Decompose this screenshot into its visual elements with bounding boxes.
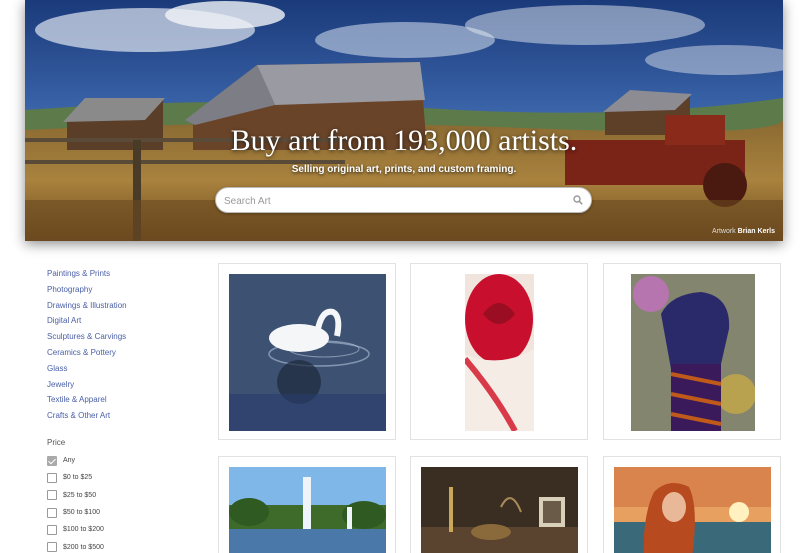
price-option-200-500[interactable]: $200 to $500 (47, 538, 207, 553)
checkbox-100-200[interactable] (47, 524, 57, 535)
artwork-card-still-life[interactable] (410, 456, 588, 553)
artwork-card-rose[interactable] (410, 263, 588, 440)
portrait-artwork-image[interactable] (614, 467, 771, 553)
hero-subtitle: Selling original art, prints, and custom… (291, 164, 517, 175)
category-glass[interactable]: Glass (47, 361, 207, 377)
artwork-card-woman-sunset[interactable] (603, 456, 781, 553)
category-jewelry[interactable]: Jewelry (47, 377, 207, 393)
checkbox-25-50[interactable] (47, 490, 57, 501)
hero-title: Buy art from 193,000 artists. (230, 124, 578, 157)
filter-sidebar: Paintings & Prints Photography Drawings … (47, 266, 207, 553)
price-label: $25 to $50 (63, 491, 97, 499)
artwork-credit: Artwork Brian Kerls (712, 228, 775, 235)
credit-prefix: Artwork (711, 228, 736, 235)
checkbox-50-100[interactable] (47, 507, 57, 518)
price-label: Any (63, 457, 76, 465)
search-input[interactable] (224, 192, 564, 210)
category-photography[interactable]: Photography (47, 282, 207, 298)
search-box[interactable] (215, 187, 592, 213)
hero-banner: Buy art from 193,000 artists. Selling or… (25, 0, 783, 241)
category-textile-apparel[interactable]: Textile & Apparel (47, 392, 207, 408)
checkbox-any[interactable] (47, 455, 57, 466)
fist-artwork-image[interactable] (631, 274, 755, 431)
price-label: $50 to $100 (63, 509, 100, 516)
search-icon[interactable] (573, 195, 583, 205)
price-option-25-50[interactable]: $25 to $50 (47, 487, 207, 504)
artwork-card-fountain[interactable] (218, 456, 396, 553)
artwork-card-fist[interactable] (603, 263, 781, 440)
price-label: $200 to $500 (63, 543, 104, 551)
artwork-card-swan[interactable] (218, 263, 396, 440)
price-option-any[interactable]: Any (47, 452, 207, 469)
category-paintings-prints[interactable]: Paintings & Prints (47, 266, 207, 282)
rose-artwork-image[interactable] (465, 274, 534, 431)
still-life-artwork-image[interactable] (421, 467, 578, 553)
checkbox-0-25[interactable] (47, 472, 57, 483)
price-option-100-200[interactable]: $100 to $200 (47, 521, 207, 538)
page: Buy art from 193,000 artists. Selling or… (0, 0, 800, 553)
price-option-0-25[interactable]: $0 to $25 (47, 469, 207, 486)
category-sculptures-carvings[interactable]: Sculptures & Carvings (47, 329, 207, 345)
swan-artwork-image[interactable] (229, 274, 386, 431)
checkbox-200-500[interactable] (47, 542, 57, 553)
credit-artist-link[interactable]: Brian Kerls (738, 228, 775, 235)
category-ceramics-pottery[interactable]: Ceramics & Pottery (47, 345, 207, 361)
price-label: $100 to $200 (63, 526, 104, 534)
price-option-50-100[interactable]: $50 to $100 (47, 504, 207, 521)
category-digital-art[interactable]: Digital Art (47, 313, 207, 329)
category-crafts-other[interactable]: Crafts & Other Art (47, 408, 207, 424)
price-heading: Price (47, 437, 66, 447)
fountain-artwork-image[interactable] (229, 467, 386, 553)
category-drawings-illustration[interactable]: Drawings & Illustration (47, 298, 207, 314)
price-label: $0 to $25 (63, 474, 93, 482)
